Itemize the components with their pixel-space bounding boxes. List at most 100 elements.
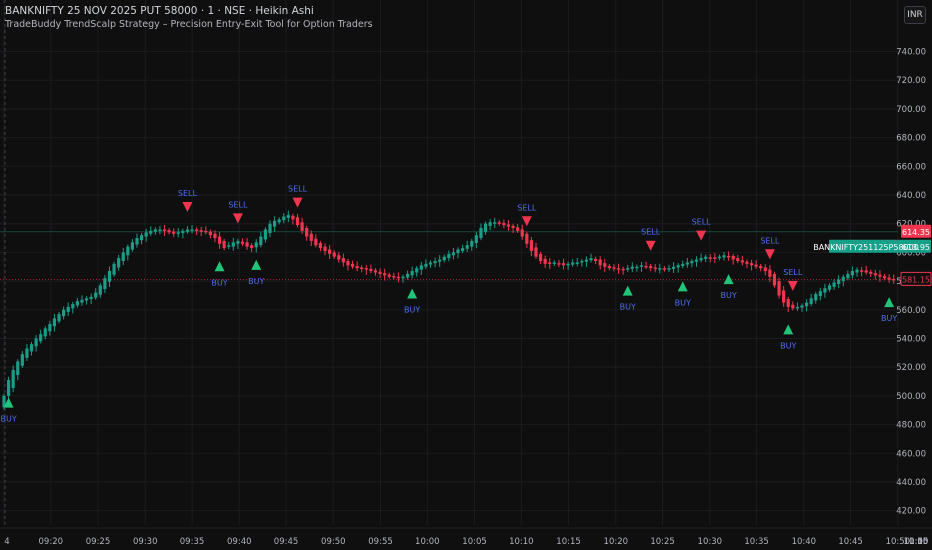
x-tick-label: 10:15	[556, 537, 581, 547]
x-tick-label: 10:40	[792, 537, 817, 547]
candle-body	[804, 302, 809, 307]
candle-body	[323, 246, 327, 251]
candle-body	[43, 328, 47, 337]
x-tick-label: 4	[4, 537, 9, 547]
candle-body	[107, 271, 112, 282]
candle-body	[538, 253, 543, 261]
candle-body	[837, 279, 841, 284]
candle-body	[465, 245, 469, 249]
sell-marker	[645, 240, 656, 251]
candle-body	[534, 247, 538, 257]
candle-body	[594, 258, 598, 261]
candle-body	[112, 263, 116, 275]
candle-body	[511, 225, 515, 228]
candle-body	[392, 276, 396, 278]
candle-body	[153, 229, 157, 232]
candle-body	[704, 256, 708, 259]
candle-body	[190, 229, 194, 231]
candle-body	[681, 263, 685, 267]
candle-body	[461, 248, 465, 251]
candle-body	[529, 240, 534, 251]
candle-body	[350, 263, 355, 267]
candle-body	[405, 273, 410, 278]
candle-body	[722, 255, 726, 258]
candle-body	[185, 229, 190, 232]
candle-body	[11, 370, 15, 388]
candle-body	[713, 257, 717, 259]
candle-body	[727, 255, 731, 258]
candle-body	[887, 277, 891, 280]
candle-body	[328, 249, 332, 254]
candle-body	[52, 318, 57, 327]
candle-body	[309, 233, 313, 241]
candle-body	[447, 253, 451, 259]
candle-body	[745, 261, 749, 264]
candle-body	[639, 265, 644, 267]
x-tick-label: 10:20	[604, 537, 629, 547]
candle-body	[20, 354, 24, 366]
candle-body	[557, 263, 561, 265]
candle-body	[795, 306, 800, 309]
candle-body	[653, 267, 657, 269]
candle-body	[841, 276, 845, 282]
candle-body	[300, 222, 304, 231]
time-axis[interactable]: 4 09:20 09:25 09:30 09:35 09:40 09:45 09:50 09:5…	[0, 527, 932, 547]
candle-body	[181, 230, 185, 234]
candle-body	[57, 314, 61, 322]
candle-body	[589, 258, 593, 261]
buy-marker	[251, 259, 262, 270]
y-tick-label: 500.00	[896, 392, 926, 402]
candle-body	[543, 258, 547, 264]
candle-body	[456, 249, 460, 254]
candle-body	[892, 278, 896, 281]
candle-body	[130, 242, 135, 250]
candle-body	[571, 262, 575, 265]
sell-label: SELL	[692, 218, 712, 227]
price-chart[interactable]: BUY SELL BUY SELL BUY SELL BUY SELL BUY SELL BUY SE…	[0, 0, 932, 550]
y-tick-label: 560.00	[896, 306, 926, 316]
buy-label: BUY	[620, 303, 636, 312]
candle-body	[360, 267, 364, 269]
x-tick-label: 09:25	[86, 537, 111, 547]
candle-body	[424, 263, 428, 267]
candle-body	[84, 298, 89, 301]
sell-label: SELL	[178, 189, 198, 198]
sell-label: SELL	[517, 203, 537, 212]
candle-body	[662, 268, 667, 270]
candle-body	[685, 262, 689, 265]
candle-body	[882, 276, 887, 279]
candle-body	[731, 255, 735, 260]
candle-body	[814, 294, 818, 301]
y-tick-label: 700.00	[896, 105, 926, 115]
candle-body	[791, 304, 795, 309]
currency-button[interactable]: INR	[904, 6, 926, 24]
candle-body	[272, 220, 277, 227]
y-tick-label: 520.00	[896, 363, 926, 373]
candle-body	[607, 266, 611, 269]
candle-body	[383, 273, 387, 276]
candle-body	[777, 281, 781, 296]
candle-body	[873, 273, 877, 276]
candle-body	[502, 222, 506, 226]
x-tick-label: 10:30	[698, 537, 723, 547]
candle-body	[373, 270, 378, 273]
candle-body	[282, 216, 286, 221]
candle-body	[479, 228, 483, 239]
candle-body	[699, 258, 703, 261]
y-tick-label: 540.00	[896, 334, 926, 344]
candle-body	[378, 271, 382, 274]
candle-body	[676, 265, 680, 268]
candle-body	[584, 259, 589, 262]
y-tick-label: 740.00	[896, 48, 926, 58]
x-tick-label: 10:00	[415, 537, 440, 547]
candle-body	[199, 230, 203, 232]
sell-marker	[764, 249, 775, 260]
candle-body	[488, 222, 492, 226]
candle-body	[48, 324, 52, 332]
sell-label: SELL	[228, 200, 248, 209]
candle-body	[176, 232, 180, 234]
candle-body	[864, 270, 868, 273]
candle-body	[103, 278, 107, 289]
candle-body	[690, 261, 694, 264]
candle-body	[415, 268, 419, 273]
